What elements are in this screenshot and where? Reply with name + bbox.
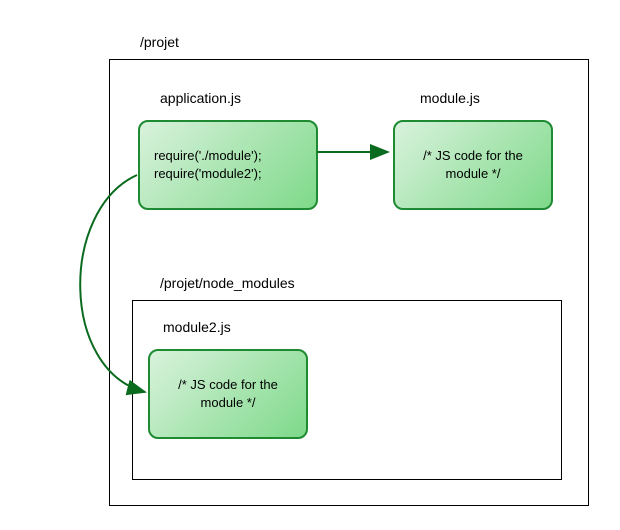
projet-folder-box: application.js require('./module'); requ…: [109, 59, 589, 506]
module2-js-box: /* JS code for the module */: [148, 349, 308, 439]
diagram-canvas: /projet application.js require('./module…: [0, 0, 620, 530]
app-code-line-1: require('./module');: [154, 147, 302, 165]
app-code-line-2: require('module2');: [154, 165, 302, 183]
node-modules-label: /projet/node_modules: [160, 275, 295, 291]
application-js-box: require('./module'); require('module2');: [138, 120, 318, 210]
application-js-label: application.js: [160, 90, 241, 106]
module-code-text: /* JS code for the module */: [409, 147, 537, 182]
projet-folder-label: /projet: [140, 34, 179, 50]
module-js-box: /* JS code for the module */: [393, 120, 553, 210]
module2-js-label: module2.js: [163, 319, 231, 335]
node-modules-box: module2.js /* JS code for the module */: [132, 300, 562, 480]
module2-code-text: /* JS code for the module */: [164, 376, 292, 411]
module-js-label: module.js: [420, 90, 480, 106]
